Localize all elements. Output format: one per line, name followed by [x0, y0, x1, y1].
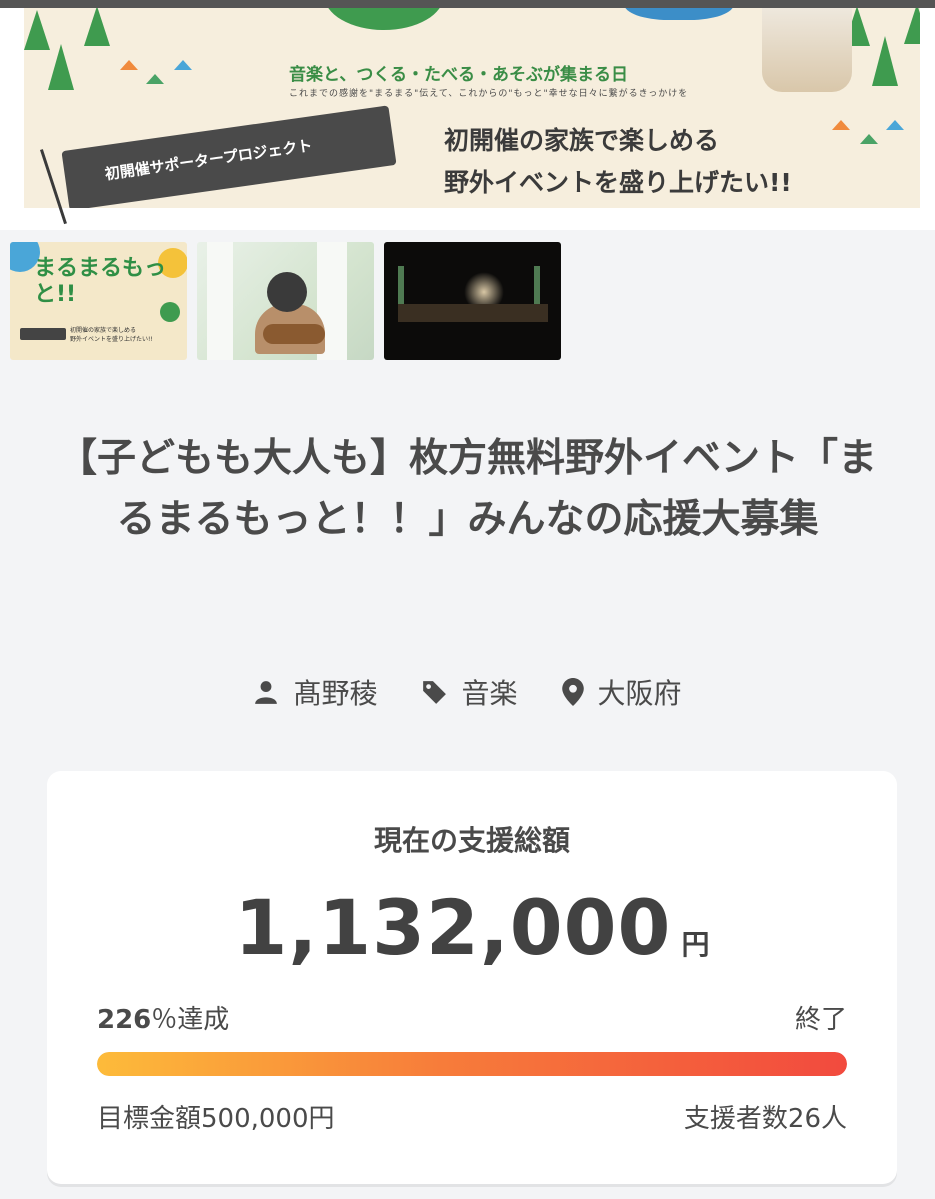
funding-amount-row: 1,132,000 円 — [47, 883, 897, 972]
thumbnail-subtitle: 初開催の家族で楽しめる 野外イベントを盛り上げたい!! — [70, 327, 153, 343]
project-title: 【子どもも大人も】枚方無料野外イベント「まるまるもっと！！」みんなの応援大募集 — [57, 436, 877, 542]
hero-ribbon: 初開催サポータープロジェクト — [61, 105, 397, 208]
tree-icon — [904, 4, 920, 44]
stage — [398, 304, 548, 322]
hero-headline-line: 初開催の家族で楽しめる — [444, 126, 720, 155]
project-meta: 髙野稜 音楽 大阪府 — [0, 672, 935, 712]
person-icon — [255, 681, 278, 704]
tree-icon — [872, 36, 898, 86]
hero-headline-line: 野外イベントを盛り上げたい!! — [444, 168, 792, 197]
tag-icon — [423, 681, 447, 704]
achievement-percent: 226 — [97, 1005, 152, 1035]
goal-amount: 目標金額500,000円 — [97, 1104, 335, 1134]
tree-icon — [48, 44, 74, 90]
achievement-suffix: ％達成 — [151, 1005, 230, 1035]
thumbnail-badge — [20, 328, 66, 340]
triangle-decoration — [832, 120, 850, 130]
project-owner[interactable]: 髙野稜 — [253, 672, 377, 712]
achievement-rate: 226％達成 — [97, 999, 229, 1036]
hero-top-edge — [0, 0, 935, 8]
thumbnail-3[interactable] — [384, 242, 561, 360]
hero-headline: 初開催の家族で楽しめる 野外イベントを盛り上げたい!! — [444, 120, 792, 204]
hero-ribbon-text: 初開催サポータープロジェクト — [103, 136, 314, 184]
tree-icon — [24, 10, 50, 50]
hero-image: 音楽と、つくる・たべる・あそぶが集まる日 これまでの感謝を"まるまる"伝えて、こ… — [24, 0, 920, 208]
triangle-decoration — [886, 120, 904, 130]
funding-label: 現在の支援総額 — [373, 824, 570, 857]
location-label: 大阪府 — [597, 677, 682, 710]
thumbnail-strip: まるまるもっと!! 初開催の家族で楽しめる 野外イベントを盛り上げたい!! — [10, 242, 561, 360]
hero-tagline: 音楽と、つくる・たべる・あそぶが集まる日 — [289, 65, 628, 85]
tree-icon — [84, 6, 110, 46]
progress-bar — [97, 1052, 847, 1076]
stage-light — [398, 266, 404, 306]
funding-amount: 1,132,000 — [234, 883, 672, 972]
backer-count: 支援者数26人 — [683, 1104, 847, 1134]
triangle-decoration — [174, 60, 192, 70]
thumbnail-1[interactable]: まるまるもっと!! 初開催の家族で楽しめる 野外イベントを盛り上げたい!! — [10, 242, 187, 360]
map-pin-icon — [561, 678, 584, 706]
triangle-decoration — [860, 134, 878, 144]
project-category[interactable]: 音楽 — [421, 672, 518, 712]
thumbnail-title: まるまるもっと!! — [34, 256, 167, 307]
funding-status: 終了 — [794, 1005, 847, 1035]
project-location[interactable]: 大阪府 — [561, 672, 682, 712]
currency-label: 円 — [681, 928, 710, 961]
funding-card: 現在の支援総額 1,132,000 円 226％達成 終了 目標金額500,000… — [47, 771, 897, 1184]
stage-light — [534, 266, 540, 306]
owner-name: 髙野稜 — [293, 677, 378, 710]
hero-subline: これまでの感謝を"まるまる"伝えて、これからの"もっと"幸せな日々に繋がるきっか… — [289, 89, 689, 99]
triangle-decoration — [146, 74, 164, 84]
window-frame — [207, 242, 233, 360]
triangle-decoration — [120, 60, 138, 70]
hero-banner: 音楽と、つくる・たべる・あそぶが集まる日 これまでの感謝を"まるまる"伝えて、こ… — [0, 0, 935, 230]
progress-bar-fill — [97, 1052, 847, 1076]
guitar-icon — [263, 324, 325, 344]
category-label: 音楽 — [461, 677, 518, 710]
thumbnail-2[interactable] — [197, 242, 374, 360]
family-illustration — [762, 0, 852, 92]
musician-head — [267, 272, 307, 312]
